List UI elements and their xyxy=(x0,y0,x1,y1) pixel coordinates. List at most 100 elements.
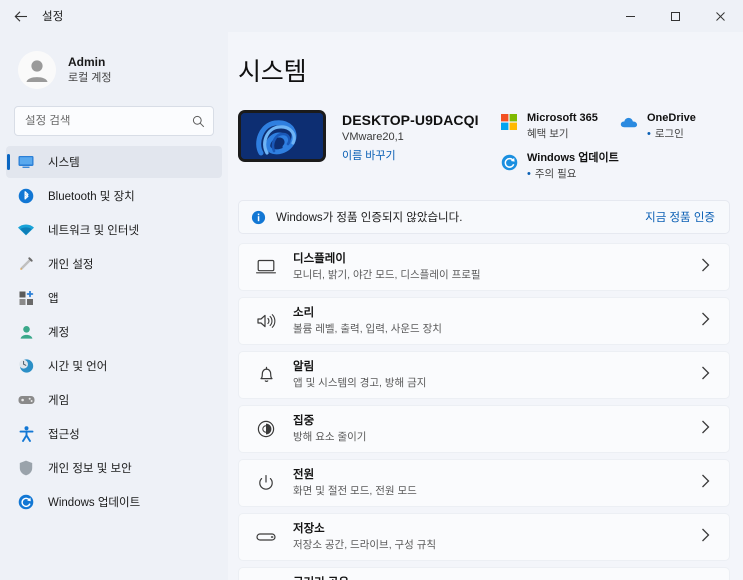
rename-device-link[interactable]: 이름 바꾸기 xyxy=(342,147,396,163)
bloom-wallpaper-icon xyxy=(241,113,323,159)
close-button[interactable] xyxy=(698,0,743,32)
bluetooth-icon xyxy=(16,186,36,206)
account-type: 로컬 계정 xyxy=(68,72,112,85)
sidebar: Admin 로컬 계정 설정 검색 시스템 Bluetooth 및 장치 네트워… xyxy=(0,32,228,580)
row-title: 집중 xyxy=(293,414,315,427)
settings-row-nearby-share[interactable]: 근거리 공유 검색 기능, 받은 파일 위치 xyxy=(238,567,730,580)
service-subtitle: 주의 필요 xyxy=(527,168,619,182)
sidebar-item-label: 계정 xyxy=(48,327,70,339)
row-text: 전원 화면 및 절전 모드, 전원 모드 xyxy=(293,468,701,499)
service-subtitle: 로그인 xyxy=(647,128,696,142)
sidebar-item-accounts[interactable]: 계정 xyxy=(6,316,222,348)
gamepad-icon xyxy=(16,390,36,410)
wallpaper-preview xyxy=(241,113,323,159)
service-title: Windows 업데이트 xyxy=(527,152,619,164)
apps-icon xyxy=(16,288,36,308)
device-model: VMware20,1 xyxy=(342,131,404,143)
sidebar-item-label: Windows 업데이트 xyxy=(48,497,141,509)
brush-icon xyxy=(16,254,36,274)
display-icon xyxy=(255,256,277,278)
onedrive-cloud-icon xyxy=(620,113,638,131)
device-name: DESKTOP-U9DACQI xyxy=(342,112,479,128)
service-windows-update[interactable]: Windows 업데이트 주의 필요 xyxy=(500,152,620,184)
accessibility-icon xyxy=(16,424,36,444)
sidebar-item-personalization[interactable]: 개인 설정 xyxy=(6,248,222,280)
service-title: Microsoft 365 xyxy=(527,112,598,124)
sidebar-item-network[interactable]: 네트워크 및 인터넷 xyxy=(6,214,222,246)
row-text: 디스플레이 모니터, 밝기, 야간 모드, 디스플레이 프로필 xyxy=(293,252,701,283)
sidebar-item-apps[interactable]: 앱 xyxy=(6,282,222,314)
settings-row-focus[interactable]: 집중 방해 요소 줄이기 xyxy=(238,405,730,453)
service-links: Microsoft 365 혜택 보기 OneDrive 로그인 xyxy=(500,110,730,184)
service-microsoft365[interactable]: Microsoft 365 혜택 보기 xyxy=(500,112,620,144)
account-block[interactable]: Admin 로컬 계정 xyxy=(0,40,228,100)
row-text: 저장소 저장소 공간, 드라이브, 구성 규칙 xyxy=(293,522,701,553)
settings-cards: Windows가 정품 인증되지 않았습니다. 지금 정품 인증 디스플레이 모… xyxy=(238,200,730,580)
chevron-right-icon xyxy=(701,366,715,385)
sidebar-item-time-language[interactable]: 시간 및 언어 xyxy=(6,350,222,382)
row-title: 저장소 xyxy=(293,522,325,535)
account-name: Admin xyxy=(68,54,106,69)
row-subtitle: 화면 및 절전 모드, 전원 모드 xyxy=(293,484,417,497)
sidebar-item-label: 네트워크 및 인터넷 xyxy=(48,225,140,237)
storage-icon xyxy=(255,526,277,548)
window-title: 설정 xyxy=(42,11,64,23)
monitor-icon xyxy=(16,152,36,172)
search-input[interactable] xyxy=(25,115,192,127)
page-title: 시스템 xyxy=(238,58,307,86)
clock-globe-icon xyxy=(16,356,36,376)
row-title: 디스플레이 xyxy=(293,252,346,265)
wifi-icon xyxy=(16,220,36,240)
sidebar-item-system[interactable]: 시스템 xyxy=(6,146,222,178)
service-onedrive[interactable]: OneDrive 로그인 xyxy=(620,112,730,144)
sidebar-item-label: Bluetooth 및 장치 xyxy=(48,191,135,203)
row-text: 알림 앱 및 시스템의 경고, 방해 금지 xyxy=(293,360,701,391)
settings-window: 설정 Admin 로컬 계정 설정 검색 시스템 Bluetooth 및 장치 … xyxy=(0,0,743,580)
maximize-button[interactable] xyxy=(653,0,698,32)
search-box[interactable] xyxy=(14,106,214,136)
chevron-right-icon xyxy=(701,420,715,439)
sidebar-item-gaming[interactable]: 게임 xyxy=(6,384,222,416)
settings-row-storage[interactable]: 저장소 저장소 공간, 드라이브, 구성 규칙 xyxy=(238,513,730,561)
sidebar-item-label: 시간 및 언어 xyxy=(48,361,108,373)
close-icon xyxy=(716,11,725,21)
row-subtitle: 앱 및 시스템의 경고, 방해 금지 xyxy=(293,376,427,389)
service-subtitle: 혜택 보기 xyxy=(527,127,569,140)
sidebar-item-label: 개인 정보 및 보안 xyxy=(48,463,132,475)
settings-row-notifications[interactable]: 알림 앱 및 시스템의 경고, 방해 금지 xyxy=(238,351,730,399)
service-text: Windows 업데이트 주의 필요 xyxy=(527,152,619,182)
row-text: 소리 볼륨 레벨, 출력, 입력, 사운드 장치 xyxy=(293,306,701,337)
sidebar-item-privacy-security[interactable]: 개인 정보 및 보안 xyxy=(6,452,222,484)
update-icon xyxy=(500,153,518,171)
settings-row-power[interactable]: 전원 화면 및 절전 모드, 전원 모드 xyxy=(238,459,730,507)
sidebar-item-bluetooth[interactable]: Bluetooth 및 장치 xyxy=(6,180,222,212)
row-title: 전원 xyxy=(293,468,315,481)
row-subtitle: 볼륨 레벨, 출력, 입력, 사운드 장치 xyxy=(293,322,442,335)
chevron-right-icon xyxy=(701,474,715,493)
account-text: Admin 로컬 계정 xyxy=(68,55,112,86)
shield-icon xyxy=(16,458,36,478)
activate-now-link[interactable]: 지금 정품 인증 xyxy=(645,209,715,225)
person-avatar-icon xyxy=(18,51,56,89)
power-icon xyxy=(255,472,277,494)
sidebar-item-windows-update[interactable]: Windows 업데이트 xyxy=(6,486,222,518)
service-text: Microsoft 365 혜택 보기 xyxy=(527,112,598,141)
activation-banner: Windows가 정품 인증되지 않았습니다. 지금 정품 인증 xyxy=(238,200,730,234)
row-subtitle: 모니터, 밝기, 야간 모드, 디스플레이 프로필 xyxy=(293,268,481,281)
window-body: Admin 로컬 계정 설정 검색 시스템 Bluetooth 및 장치 네트워… xyxy=(0,32,743,580)
minimize-button[interactable] xyxy=(608,0,653,32)
row-title: 소리 xyxy=(293,306,315,319)
sidebar-item-accessibility[interactable]: 접근성 xyxy=(6,418,222,450)
sidebar-item-label: 접근성 xyxy=(48,429,80,441)
focus-icon xyxy=(255,418,277,440)
settings-row-sound[interactable]: 소리 볼륨 레벨, 출력, 입력, 사운드 장치 xyxy=(238,297,730,345)
back-button[interactable] xyxy=(6,3,36,29)
row-subtitle: 저장소 공간, 드라이브, 구성 규칙 xyxy=(293,538,437,551)
device-thumbnail xyxy=(238,110,326,162)
maximize-icon xyxy=(671,11,680,21)
main-content: 시스템 DESKTOP-U9DACQI VMware20,1 이름 바꾸기 Mi… xyxy=(228,32,743,580)
info-icon xyxy=(251,210,266,225)
settings-row-display[interactable]: 디스플레이 모니터, 밝기, 야간 모드, 디스플레이 프로필 xyxy=(238,243,730,291)
sidebar-item-label: 개인 설정 xyxy=(48,259,94,271)
device-info: DESKTOP-U9DACQI VMware20,1 이름 바꾸기 xyxy=(342,110,484,164)
